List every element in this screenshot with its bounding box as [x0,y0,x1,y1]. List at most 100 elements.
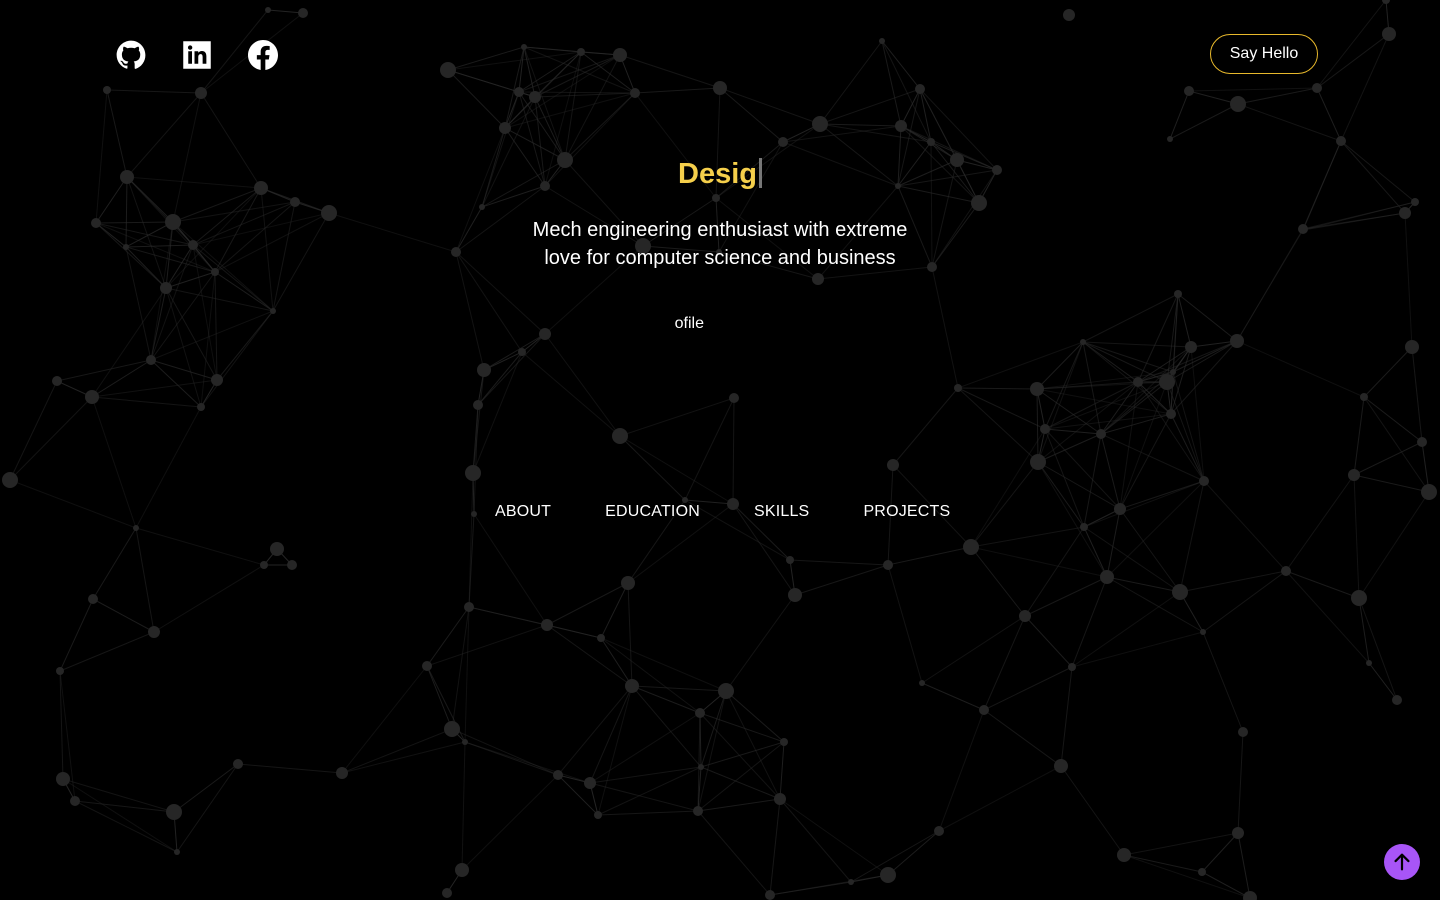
particle-node [422,661,432,671]
particle-links [9,0,1430,899]
particle-link [464,606,470,743]
particle-link [1170,340,1238,415]
linkedin-link[interactable] [182,40,212,70]
particle-link [699,712,785,743]
particle-link [1166,340,1238,383]
particle-nodes [2,0,1437,900]
particle-node [85,390,99,404]
particle-link [794,564,889,596]
particle-link [1071,591,1181,668]
particle-node [1030,382,1044,396]
particle-link [983,709,1062,767]
particle-link [1036,388,1039,463]
particle-node [1411,198,1419,206]
particle-link [135,406,202,529]
particle-node [613,48,627,62]
profile-link-label: ofile [674,315,704,332]
particle-link [1170,293,1179,415]
particle-link [1082,341,1102,435]
particle-link [464,741,591,784]
particle-node [927,262,937,272]
particle-link [1316,87,1342,142]
particle-link [1179,480,1205,593]
particle-link [619,397,735,437]
particle-link [631,685,702,768]
particle-link [426,624,548,667]
particle-link [1071,631,1204,668]
facebook-link[interactable] [248,40,278,70]
particle-link [518,54,621,93]
particle-link [779,798,852,883]
particle-node [70,796,80,806]
particle-node [879,38,885,44]
particle-node [693,806,703,816]
particle-node [1230,96,1246,112]
particle-link [919,88,932,143]
particle-link [192,244,218,381]
particle-link [9,479,137,529]
particle-node [133,525,139,531]
particle-link [600,637,727,692]
scroll-to-top-button[interactable] [1384,844,1420,880]
particle-node [963,539,979,555]
particle-node [148,626,160,638]
particle-link [95,221,174,224]
particle-node [260,561,268,569]
particle-node [211,374,223,386]
particle-node [880,867,896,883]
particle-link [1201,871,1251,899]
nav-item-projects[interactable]: PROJECTS [863,503,950,521]
particle-node [774,793,786,805]
github-link[interactable] [116,40,146,70]
particle-link [719,87,784,143]
particle-link [589,782,699,812]
nav-item-about[interactable]: ABOUT [495,503,551,521]
particle-node [321,205,337,221]
particle-link [172,201,296,223]
nav-item-education[interactable]: EDUCATION [605,503,700,521]
particle-link [1302,212,1406,230]
particle-node [1019,610,1031,622]
particle-link [1236,228,1304,342]
particle-link [725,690,785,743]
particle-link [564,92,636,161]
particle-link [483,333,546,371]
particle-link [779,741,785,800]
particle-node [211,268,219,276]
particle-link [328,212,457,253]
particle-link [472,369,485,474]
particle-link [426,606,470,667]
say-hello-button[interactable]: Say Hello [1210,34,1318,74]
hero-tagline: Mech engineering enthusiast with extreme… [532,219,908,269]
particle-node [1174,290,1182,298]
particle-node [927,138,935,146]
particle-link [92,527,137,600]
particle-link [1083,508,1121,528]
particle-node [195,87,207,99]
particle-link [887,546,972,566]
particle-node [718,683,734,699]
particle-link [970,428,1046,548]
particle-link [631,685,701,714]
particle-network-background [2,0,1437,900]
particle-node [621,576,635,590]
particle-link [631,685,727,692]
particle-link [165,287,274,312]
particle-link [192,212,330,246]
particle-link [1285,570,1370,664]
nav-item-skills[interactable]: SKILLS [754,503,809,521]
particle-node [1199,476,1209,486]
particle-node [465,465,481,481]
particle-link [1169,103,1239,140]
particle-link [1044,428,1121,510]
particle-link [447,46,525,71]
github-icon [116,40,146,69]
particle-node [1399,207,1411,219]
particle-link [887,564,923,684]
profile-link[interactable]: ofile [640,314,740,334]
particle-node [883,560,893,570]
particle-link [95,89,108,224]
particle-node [541,619,553,631]
particle-node [442,888,452,898]
particle-node [290,197,300,207]
